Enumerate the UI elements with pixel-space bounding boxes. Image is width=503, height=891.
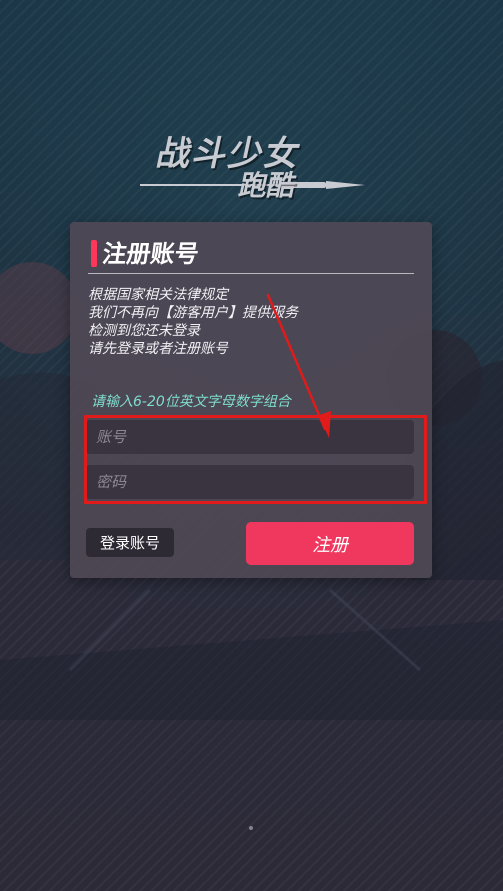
- game-logo: 战斗少女 跑酷: [140, 126, 365, 202]
- notice-line: 检测到您还未登录: [88, 323, 200, 339]
- notice-text: 根据国家相关法律规定 我们不再向【游客用户】提供服务 检测到您还未登录 请先登录…: [88, 286, 408, 358]
- vertical-bar-icon: [91, 240, 97, 267]
- panel-title: 注册账号: [100, 240, 201, 268]
- account-input[interactable]: [86, 420, 414, 454]
- logo-subtitle: 跑酷: [236, 169, 300, 202]
- input-hint: 请输入6-20位英文字母数字组合: [91, 394, 291, 410]
- notice-line: 根据国家相关法律规定: [88, 287, 228, 303]
- register-panel: 注册账号 根据国家相关法律规定 我们不再向【游客用户】提供服务 检测到您还未登录…: [70, 222, 432, 578]
- notice-line: 我们不再向【游客用户】提供服务: [88, 305, 298, 321]
- notice-line: 请先登录或者注册账号: [88, 341, 228, 357]
- page-indicator-dot: [249, 826, 253, 830]
- password-input[interactable]: [86, 465, 414, 499]
- register-button[interactable]: 注册: [246, 522, 414, 565]
- login-account-button[interactable]: 登录账号: [86, 528, 174, 557]
- title-divider: [88, 273, 414, 274]
